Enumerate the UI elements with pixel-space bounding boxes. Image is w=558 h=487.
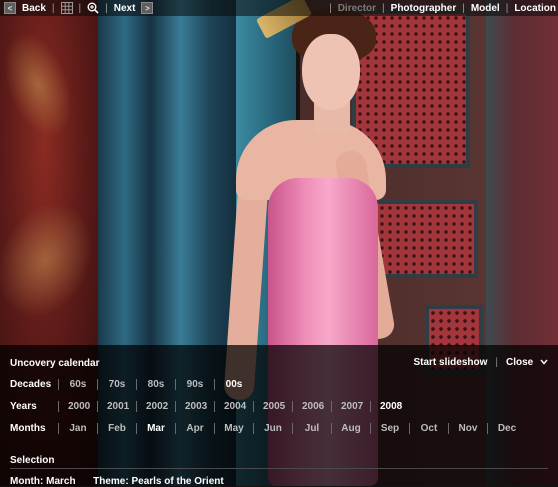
grid-view-button[interactable] [60, 2, 73, 14]
separator: | [462, 2, 465, 14]
year-option-2003[interactable]: 2003 [175, 400, 214, 412]
theme-label: Theme: [93, 476, 129, 487]
decade-option-90s[interactable]: 90s [175, 378, 214, 390]
years-label: Years [10, 400, 37, 412]
month-option-jul[interactable]: Jul [292, 422, 331, 434]
years-row: Years 2000 2001 2002 2003 2004 2005 2006 2007 20… [10, 399, 409, 413]
gold-ornament [0, 186, 112, 334]
year-option-2000[interactable]: 2000 [58, 400, 97, 412]
year-option-2008[interactable]: 2008 [370, 400, 409, 412]
left-arrow-icon: < [4, 2, 16, 14]
month-option-aug[interactable]: Aug [331, 422, 370, 434]
month-option-jun[interactable]: Jun [253, 422, 292, 434]
years-options: 2000 2001 2002 2003 2004 2005 2006 2007 2008 [58, 400, 409, 412]
separator: | [495, 357, 498, 368]
next-button[interactable]: Next > [114, 2, 154, 14]
menu-model[interactable]: Model [471, 3, 500, 14]
calendar-actions: Start slideshow | Close [413, 357, 548, 368]
separator: | [329, 2, 332, 14]
separator: | [382, 2, 385, 14]
right-arrow-icon: > [141, 2, 154, 14]
back-label: Back [22, 2, 46, 14]
year-option-2001[interactable]: 2001 [97, 400, 136, 412]
month-option-may[interactable]: May [214, 422, 253, 434]
gold-ornament [0, 23, 86, 147]
year-option-2007[interactable]: 2007 [331, 400, 370, 412]
months-row: Months Jan Feb Mar Apr May Jun Jul Aug Sep Oct Nov… [10, 421, 526, 435]
decades-label: Decades [10, 378, 52, 390]
month-option-dec[interactable]: Dec [487, 422, 526, 434]
menu-photographer[interactable]: Photographer [391, 3, 457, 14]
close-label: Close [505, 357, 534, 368]
selection-info: Month: March Theme: Pearls of the Orient [10, 476, 224, 487]
month-option-mar[interactable]: Mar [136, 422, 175, 434]
divider [10, 468, 548, 469]
next-label: Next [113, 2, 136, 14]
theme-value: Pearls of the Orient [131, 476, 224, 487]
zoom-button[interactable] [87, 2, 99, 14]
menu-location[interactable]: Location [514, 3, 556, 14]
months-label: Months [10, 422, 46, 434]
decades-options: 60s 70s 80s 90s 00s [58, 378, 253, 390]
separator: | [51, 2, 55, 14]
month-option-jan[interactable]: Jan [58, 422, 97, 434]
model-face [302, 34, 360, 110]
decade-option-70s[interactable]: 70s [97, 378, 136, 390]
separator: | [505, 2, 509, 14]
back-button[interactable]: < Back [4, 2, 46, 14]
calendar-panel: Uncovery calendar Start slideshow | Clos… [0, 345, 558, 487]
grid-icon [60, 2, 73, 14]
close-button[interactable]: Close [506, 357, 548, 368]
top-toolbar: < Back | | | Next > | Director | Photogr… [0, 0, 558, 16]
decade-option-80s[interactable]: 80s [136, 378, 175, 390]
month-label: Month: [10, 476, 44, 487]
separator: | [78, 2, 82, 14]
months-options: Jan Feb Mar Apr May Jun Jul Aug Sep Oct Nov Dec [58, 422, 526, 434]
year-option-2006[interactable]: 2006 [292, 400, 331, 412]
decades-row: Decades 60s 70s 80s 90s 00s [10, 377, 253, 391]
chevron-down-icon [540, 359, 548, 365]
zoom-in-icon [87, 2, 99, 14]
month-value: March [46, 476, 76, 487]
calendar-title: Uncovery calendar [10, 358, 100, 369]
toolbar-right-menu: | Director | Photographer | Model | Loca… [323, 0, 558, 16]
start-slideshow-button[interactable]: Start slideshow [413, 357, 487, 368]
month-option-feb[interactable]: Feb [97, 422, 136, 434]
decade-option-60s[interactable]: 60s [58, 378, 97, 390]
month-option-nov[interactable]: Nov [448, 422, 487, 434]
menu-director[interactable]: Director [338, 3, 376, 14]
year-option-2004[interactable]: 2004 [214, 400, 253, 412]
separator: | [105, 2, 108, 14]
year-option-2002[interactable]: 2002 [136, 400, 175, 412]
month-option-apr[interactable]: Apr [175, 422, 214, 434]
month-option-oct[interactable]: Oct [409, 422, 448, 434]
month-option-sep[interactable]: Sep [370, 422, 409, 434]
year-option-2005[interactable]: 2005 [253, 400, 292, 412]
selection-title: Selection [10, 455, 55, 466]
decade-option-00s[interactable]: 00s [214, 378, 253, 390]
